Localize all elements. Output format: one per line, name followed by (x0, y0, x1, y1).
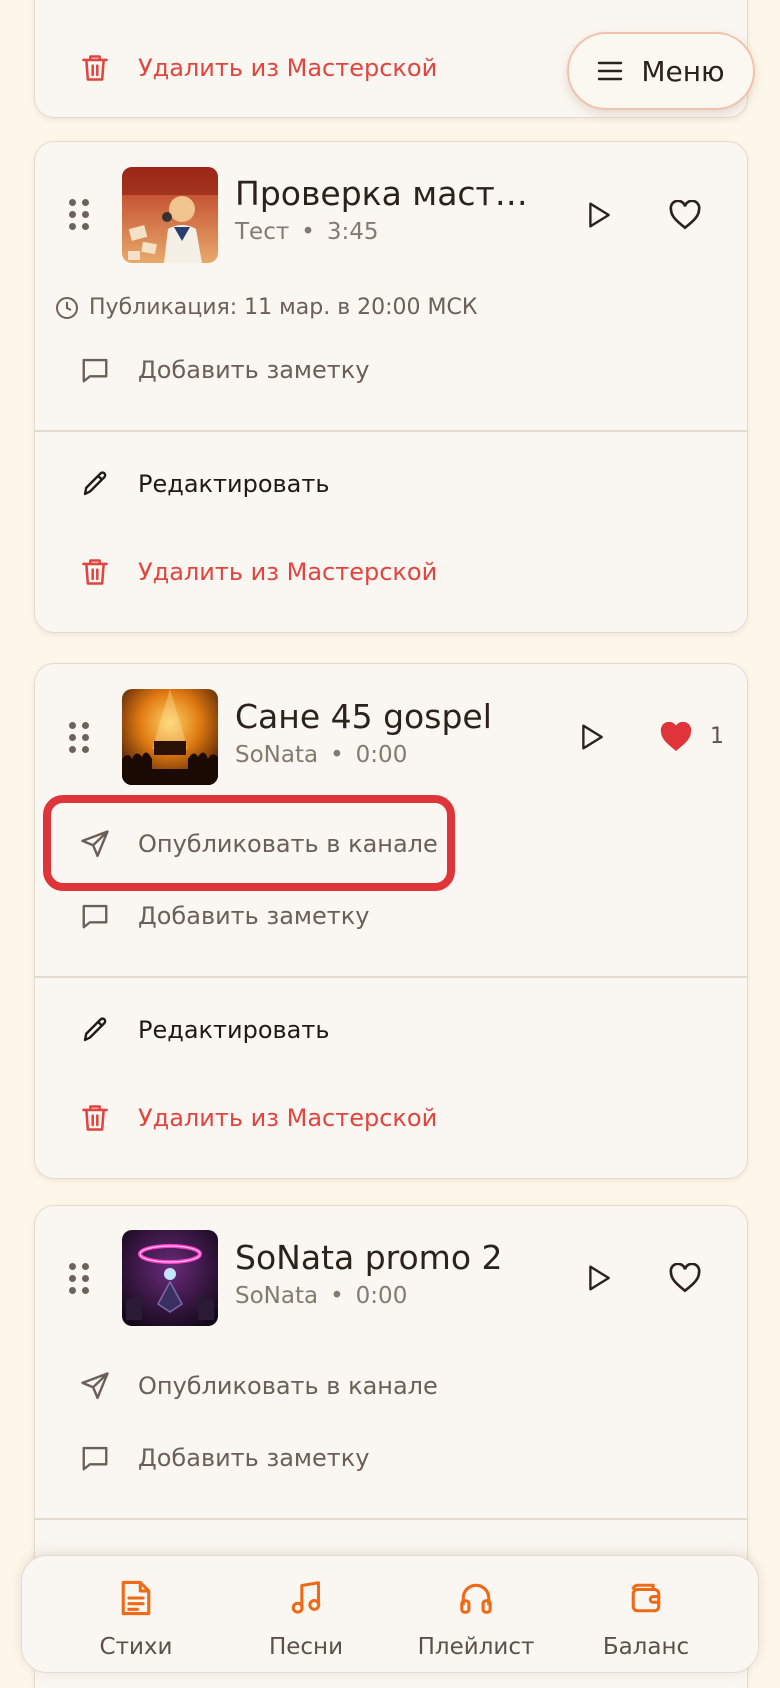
heart-outline-icon (669, 200, 701, 230)
like-button[interactable] (661, 1254, 709, 1302)
track-header: SoNata promo 2 SoNata • 0:00 (35, 1206, 747, 1336)
divider (35, 1518, 747, 1520)
document-icon (116, 1578, 156, 1618)
track-artist: Тест (235, 219, 290, 245)
track-meta: SoNata • 0:00 (235, 1283, 408, 1309)
play-icon (589, 202, 610, 228)
heart-outline-icon (669, 1263, 701, 1293)
pencil-icon (79, 1014, 111, 1046)
play-icon (589, 1265, 610, 1291)
track-card: Проверка мастеринга Тест•3:45 Публикация… (34, 141, 748, 633)
tab-lyrics[interactable]: Стихи (51, 1556, 221, 1674)
tab-songs[interactable]: Песни (221, 1556, 391, 1674)
hamburger-icon (598, 61, 623, 81)
track-meta: SoNata • 0:00 (235, 742, 408, 768)
track-cover-image (122, 689, 218, 785)
divider (35, 976, 747, 978)
clock-icon (56, 296, 78, 319)
delete-label: Удалить из Мастерской (138, 1104, 438, 1132)
publish-to-channel-button[interactable]: Опубликовать в канале (35, 1356, 747, 1416)
edit-button[interactable]: Редактировать (35, 454, 747, 514)
add-note-label: Добавить заметку (138, 1444, 370, 1472)
add-note-label: Добавить заметку (138, 356, 370, 384)
pencil-icon (79, 468, 111, 500)
track-title[interactable]: Сане 45 gospel (235, 697, 545, 736)
divider (35, 430, 747, 432)
bottom-tab-bar: Стихи Песни Плейлист Баланс (21, 1555, 759, 1673)
track-cover-image (122, 167, 218, 263)
drag-handle-icon[interactable] (69, 722, 89, 754)
track-title[interactable]: Проверка мастеринга (235, 174, 545, 213)
menu-button[interactable]: Меню (567, 32, 755, 110)
edit-label: Редактировать (138, 470, 330, 498)
track-duration: 0:00 (355, 742, 408, 768)
tab-label: Песни (268, 1634, 344, 1660)
track-header: Сане 45 gospel SoNata • 0:00 1 (35, 664, 747, 794)
music-note-icon (286, 1578, 326, 1618)
track-meta: Тест • 3:45 (235, 219, 379, 245)
track-cover-image (122, 1230, 218, 1326)
tab-label: Плейлист (417, 1634, 535, 1660)
drag-handle-icon[interactable] (69, 1263, 89, 1295)
publication-text: Публикация: 11 мар. в 20:00 МСК (89, 295, 478, 320)
tab-balance[interactable]: Баланс (561, 1556, 731, 1674)
play-button[interactable] (575, 1254, 623, 1302)
wallet-icon (626, 1578, 666, 1618)
like-button[interactable] (661, 191, 709, 239)
workshop-page: Удалить из Мастерской Проверка мастер Те… (0, 0, 780, 1688)
edit-label: Редактировать (138, 1016, 330, 1044)
trash-icon (79, 1102, 111, 1134)
send-icon (79, 1370, 111, 1402)
heart-filled-icon (660, 722, 692, 751)
tab-label: Баланс (602, 1634, 690, 1660)
comment-icon (79, 1442, 111, 1474)
highlight-box (43, 795, 455, 891)
tab-label: Стихи (99, 1634, 173, 1660)
delete-label: Удалить из Мастерской (138, 558, 438, 586)
like-button[interactable] (652, 713, 700, 761)
play-button[interactable] (568, 713, 616, 761)
add-note-button[interactable]: Добавить заметку (35, 340, 747, 400)
track-header: Проверка мастеринга Тест•3:45 (35, 142, 747, 272)
headphones-icon (456, 1578, 496, 1618)
comment-icon (79, 900, 111, 932)
play-button[interactable] (575, 191, 623, 239)
add-note-button[interactable]: Добавить заметку (35, 1428, 747, 1488)
add-note-label: Добавить заметку (138, 902, 370, 930)
like-count: 1 (710, 724, 724, 749)
track-duration: 0:00 (355, 1283, 408, 1309)
publish-label: Опубликовать в канале (138, 1372, 438, 1400)
menu-label: Меню (641, 54, 725, 88)
track-artist: SoNata (235, 1283, 319, 1309)
comment-icon (79, 354, 111, 386)
trash-icon (79, 556, 111, 588)
delete-button[interactable]: Удалить из Мастерской (35, 542, 747, 602)
trash-icon (79, 52, 111, 84)
publication-schedule: Публикация: 11 мар. в 20:00 МСК (55, 295, 478, 320)
track-artist: SoNata (235, 742, 319, 768)
track-duration: 3:45 (326, 219, 379, 245)
track-title[interactable]: SoNata promo 2 (235, 1238, 545, 1277)
track-card: Сане 45 gospel SoNata • 0:00 1 Опубликоват… (34, 663, 748, 1179)
edit-button[interactable]: Редактировать (35, 1000, 747, 1060)
delete-button[interactable]: Удалить из Мастерской (35, 1088, 747, 1148)
add-note-button[interactable]: Добавить заметку (35, 886, 747, 946)
drag-handle-icon[interactable] (69, 199, 89, 231)
play-icon (582, 724, 603, 750)
tab-playlist[interactable]: Плейлист (391, 1556, 561, 1674)
delete-label: Удалить из Мастерской (138, 54, 438, 82)
